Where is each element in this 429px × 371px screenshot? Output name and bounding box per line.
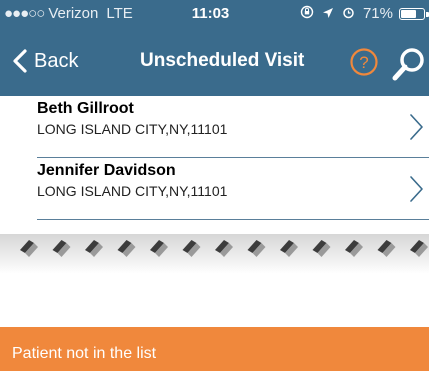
footer-label: Patient not in the list: [12, 345, 157, 362]
chevron-right-icon: [410, 114, 423, 140]
patient-address: LONG ISLAND CITY,NY,11101: [37, 121, 228, 137]
patient-address: LONG ISLAND CITY,NY,11101: [37, 183, 228, 199]
patient-name: Beth Gillroot: [37, 100, 134, 117]
location-arrow-icon: [322, 6, 334, 22]
patient-name: Jennifer Davidson: [37, 162, 176, 179]
patient-not-in-list-button[interactable]: Patient not in the list: [0, 327, 429, 371]
navigation-bar: Back Unscheduled Visit ?: [0, 26, 429, 96]
question-circle-icon: ?: [350, 48, 378, 76]
patient-row[interactable]: Jennifer Davidson LONG ISLAND CITY,NY,11…: [0, 158, 429, 220]
status-bar: ●●●○○ Verizon LTE 11:03 71%: [0, 0, 429, 26]
chevron-left-icon: [13, 49, 27, 73]
status-icons: 71%: [300, 5, 429, 22]
back-label: Back: [34, 49, 79, 72]
help-button[interactable]: ?: [349, 47, 379, 77]
battery-level: [401, 9, 416, 18]
patient-list: Beth Gillroot LONG ISLAND CITY,NY,11101 …: [0, 96, 429, 220]
page-title: Unscheduled Visit: [140, 50, 305, 71]
magnifier-icon: [392, 48, 424, 81]
alarm-icon: [342, 6, 355, 22]
battery-percent: 71%: [362, 5, 393, 22]
battery-icon: [399, 7, 429, 20]
rotation-lock-icon: [300, 5, 314, 22]
chevron-right-icon: [410, 176, 423, 202]
patient-row[interactable]: Beth Gillroot LONG ISLAND CITY,NY,11101: [0, 96, 429, 158]
search-button[interactable]: [389, 44, 429, 84]
svg-text:?: ?: [359, 53, 368, 72]
back-button[interactable]: Back: [10, 48, 78, 74]
torn-edge-divider: [0, 234, 429, 274]
